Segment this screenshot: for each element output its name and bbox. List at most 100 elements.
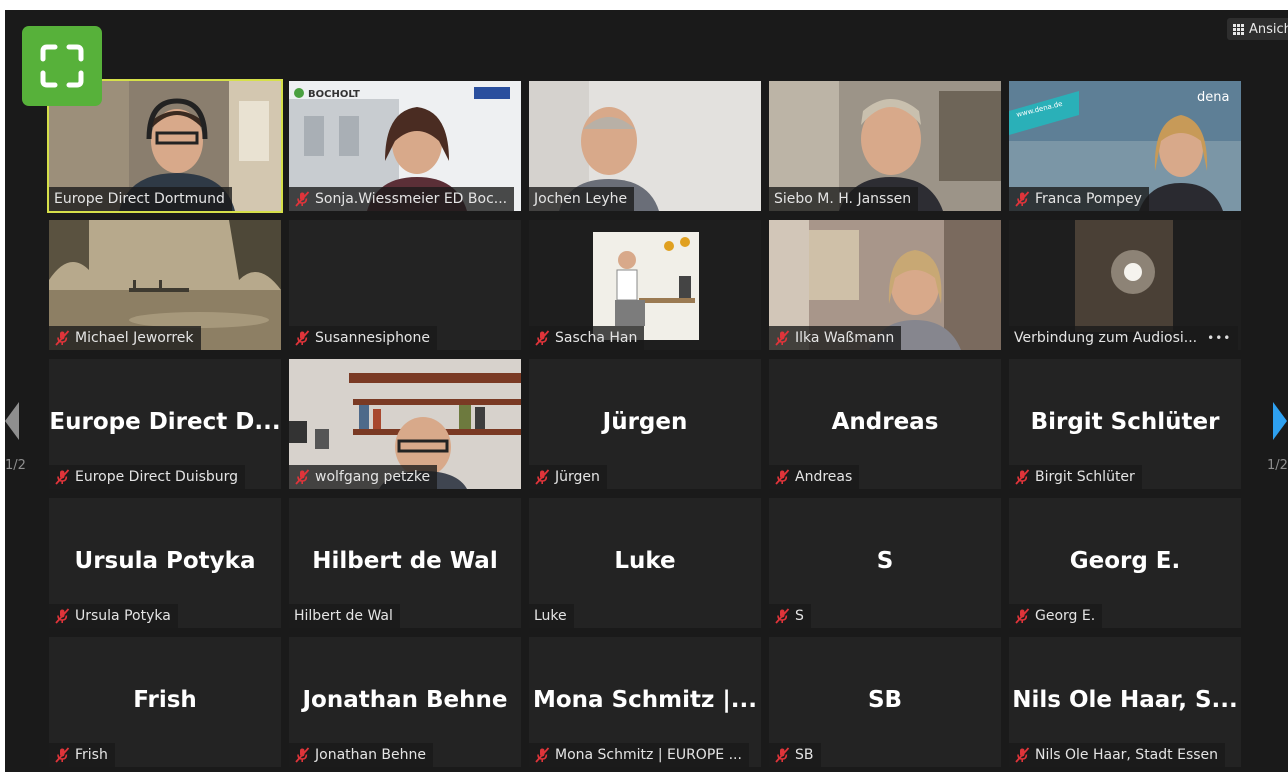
view-button-label: Ansicht bbox=[1249, 21, 1288, 37]
participant-tile[interactable]: Michael Jeworrek bbox=[49, 220, 281, 350]
muted-mic-icon bbox=[295, 469, 310, 485]
participant-tile[interactable]: Luke Luke bbox=[529, 498, 761, 628]
participant-name-label: Europe Direct Dortmund bbox=[49, 187, 232, 211]
muted-mic-icon bbox=[55, 330, 70, 346]
participant-name-label: Sascha Han bbox=[529, 326, 645, 350]
muted-mic-icon bbox=[1015, 191, 1030, 207]
participant-name-text: Jürgen bbox=[555, 469, 600, 485]
participant-tile[interactable]: www.dena.de dena Franca Pompey bbox=[1009, 81, 1241, 211]
participant-tile[interactable]: Nils Ole Haar, S... Nils Ole Haar, Stadt … bbox=[1009, 637, 1241, 767]
participant-name-label: Ilka Waßmann bbox=[769, 326, 902, 350]
participant-display-name: Birgit Schlüter bbox=[1030, 409, 1220, 435]
muted-mic-icon bbox=[1015, 747, 1030, 763]
participant-tile[interactable]: SB SB bbox=[769, 637, 1001, 767]
participant-tile[interactable]: Georg E. Georg E. bbox=[1009, 498, 1241, 628]
muted-mic-icon bbox=[295, 747, 310, 763]
svg-text:dena: dena bbox=[1197, 90, 1229, 105]
participant-name-label: Hilbert de Wal bbox=[289, 604, 400, 628]
participant-tile[interactable]: Jonathan Behne Jonathan Behne bbox=[289, 637, 521, 767]
participant-name-label: Andreas bbox=[769, 465, 860, 489]
next-page-arrow-icon[interactable] bbox=[1273, 402, 1287, 440]
participant-name-text: Luke bbox=[534, 608, 567, 624]
muted-mic-icon bbox=[1015, 608, 1030, 624]
participant-name-label: Birgit Schlüter bbox=[1009, 465, 1142, 489]
participant-display-name: Europe Direct D... bbox=[49, 409, 281, 435]
participant-name-label: SB bbox=[769, 743, 821, 767]
participant-tile[interactable]: Susannesiphone bbox=[289, 220, 521, 350]
participant-name-text: Franca Pompey bbox=[1035, 191, 1142, 207]
participant-name-label: Verbindung zum Audiosi... ••• bbox=[1009, 326, 1239, 350]
participant-name-text: wolfgang petzke bbox=[315, 469, 431, 485]
participant-name-text: Birgit Schlüter bbox=[1035, 469, 1135, 485]
participant-tile[interactable]: Ilka Waßmann bbox=[769, 220, 1001, 350]
participant-display-name: Luke bbox=[614, 548, 676, 574]
participant-display-name: Nils Ole Haar, S... bbox=[1012, 687, 1238, 713]
participant-name-label: Europe Direct Duisburg bbox=[49, 465, 246, 489]
muted-mic-icon bbox=[775, 608, 790, 624]
participant-tile[interactable]: Siebo M. H. Janssen bbox=[769, 81, 1001, 211]
muted-mic-icon bbox=[535, 330, 550, 346]
participant-name-text: Verbindung zum Audiosi... bbox=[1014, 330, 1198, 346]
participant-tile[interactable]: Andreas Andreas bbox=[769, 359, 1001, 489]
participant-tile[interactable]: Jürgen Jürgen bbox=[529, 359, 761, 489]
participant-name-text: Andreas bbox=[795, 469, 853, 485]
participant-name-label: Michael Jeworrek bbox=[49, 326, 201, 350]
participant-tile[interactable]: Sascha Han bbox=[529, 220, 761, 350]
participant-tile[interactable]: Jochen Leyhe bbox=[529, 81, 761, 211]
muted-mic-icon bbox=[1015, 469, 1030, 485]
previous-page-arrow-icon[interactable] bbox=[5, 402, 19, 440]
participant-name-label: Jochen Leyhe bbox=[529, 187, 635, 211]
participant-name-label: Mona Schmitz | EUROPE ... bbox=[529, 743, 749, 767]
participant-name-text: Mona Schmitz | EUROPE ... bbox=[555, 747, 742, 763]
more-options-icon[interactable]: ••• bbox=[1207, 331, 1231, 345]
muted-mic-icon bbox=[55, 747, 70, 763]
participant-tile[interactable]: Frish Frish bbox=[49, 637, 281, 767]
participant-name-text: S bbox=[795, 608, 804, 624]
fullscreen-icon bbox=[40, 44, 84, 88]
participant-tile[interactable]: Mona Schmitz |... Mona Schmitz | EUROPE .… bbox=[529, 637, 761, 767]
participant-display-name: S bbox=[876, 548, 894, 574]
participant-name-text: Europe Direct Duisburg bbox=[75, 469, 239, 485]
participant-tile[interactable]: wolfgang petzke bbox=[289, 359, 521, 489]
participant-name-label: Siebo M. H. Janssen bbox=[769, 187, 919, 211]
muted-mic-icon bbox=[775, 747, 790, 763]
participant-name-label: wolfgang petzke bbox=[289, 465, 438, 489]
participant-tile[interactable]: Europe Direct D... Europe Direct Duisburg bbox=[49, 359, 281, 489]
participant-name-label: Ursula Potyka bbox=[49, 604, 178, 628]
participant-display-name: Andreas bbox=[831, 409, 939, 435]
muted-mic-icon bbox=[295, 191, 310, 207]
participant-name-label: Jürgen bbox=[529, 465, 607, 489]
participant-name-text: Ilka Waßmann bbox=[795, 330, 895, 346]
participant-display-name: Jürgen bbox=[602, 409, 688, 435]
participant-tile[interactable]: Hilbert de Wal Hilbert de Wal bbox=[289, 498, 521, 628]
participant-name-label: Nils Ole Haar, Stadt Essen bbox=[1009, 743, 1226, 767]
participant-name-text: Frish bbox=[75, 747, 108, 763]
participant-name-label: Frish bbox=[49, 743, 115, 767]
participant-name-label: Susannesiphone bbox=[289, 326, 437, 350]
grid-view-icon bbox=[1233, 23, 1244, 35]
participant-display-name: Jonathan Behne bbox=[302, 687, 508, 713]
fullscreen-button[interactable] bbox=[22, 26, 102, 106]
muted-mic-icon bbox=[535, 469, 550, 485]
participant-name-text: Michael Jeworrek bbox=[75, 330, 194, 346]
view-button[interactable]: Ansicht bbox=[1227, 18, 1288, 40]
participant-name-label: Georg E. bbox=[1009, 604, 1103, 628]
participant-name-label: Jonathan Behne bbox=[289, 743, 433, 767]
participant-name-text: Europe Direct Dortmund bbox=[54, 191, 225, 207]
participant-display-name: Georg E. bbox=[1069, 548, 1181, 574]
participant-tile[interactable]: Ursula Potyka Ursula Potyka bbox=[49, 498, 281, 628]
participant-tile[interactable]: BOCHOLT Sonja.Wiessmeier ED Boc... bbox=[289, 81, 521, 211]
participant-name-text: Sascha Han bbox=[555, 330, 638, 346]
page-indicator-left: 1/2 bbox=[5, 458, 26, 473]
participant-tile[interactable]: SS bbox=[769, 498, 1001, 628]
muted-mic-icon bbox=[55, 608, 70, 624]
svg-text:BOCHOLT: BOCHOLT bbox=[308, 89, 360, 100]
participant-name-label: Luke bbox=[529, 604, 574, 628]
participant-display-name: Frish bbox=[133, 687, 197, 713]
participant-tile[interactable]: Verbindung zum Audiosi... ••• bbox=[1009, 220, 1241, 350]
participant-name-text: Jonathan Behne bbox=[315, 747, 426, 763]
participant-name-text: Siebo M. H. Janssen bbox=[774, 191, 912, 207]
participant-display-name: SB bbox=[867, 687, 903, 713]
participant-tile[interactable]: Birgit Schlüter Birgit Schlüter bbox=[1009, 359, 1241, 489]
participant-name-text: Ursula Potyka bbox=[75, 608, 171, 624]
